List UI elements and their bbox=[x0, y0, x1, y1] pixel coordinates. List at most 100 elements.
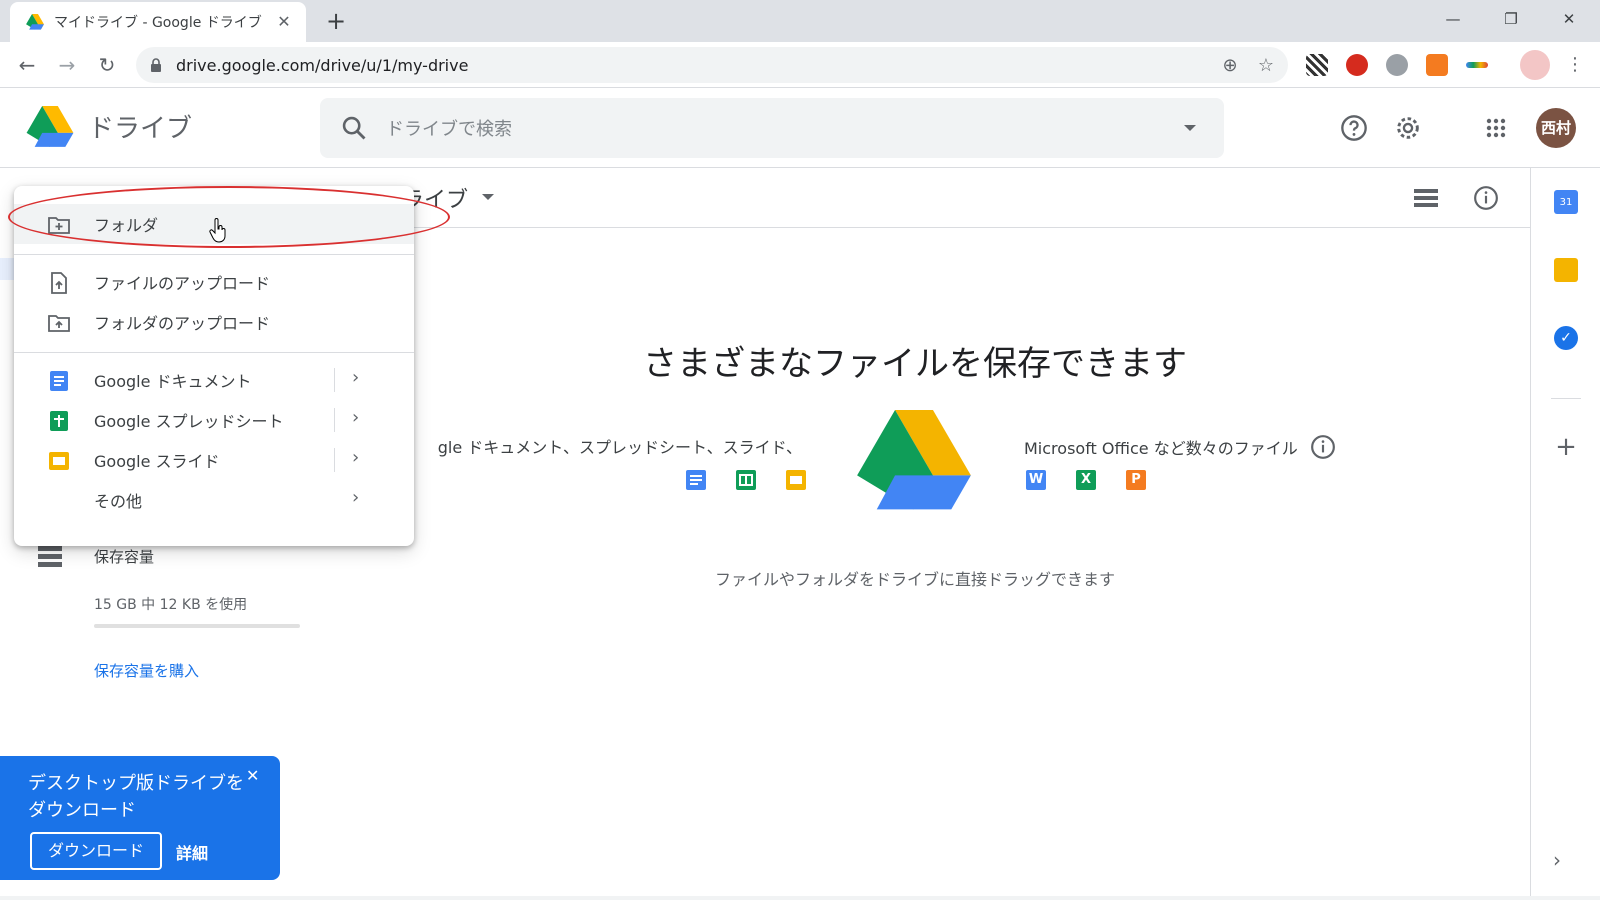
folder-upload-icon bbox=[48, 315, 70, 332]
slides-icon bbox=[49, 452, 69, 470]
expand-panel-icon[interactable]: › bbox=[1553, 848, 1561, 872]
menu-item-label: フォルダのアップロード bbox=[94, 314, 271, 333]
submenu-separator bbox=[334, 368, 335, 392]
keep-icon[interactable] bbox=[1554, 258, 1578, 282]
bookmark-star-icon[interactable]: ☆ bbox=[1252, 51, 1280, 79]
storage-usage: 15 GB 中 12 KB を使用 bbox=[94, 597, 248, 613]
browser-toolbar: ← → ↻ drive.google.com/drive/u/1/my-driv… bbox=[0, 42, 1600, 88]
chart-extension-icon[interactable] bbox=[1426, 54, 1448, 76]
location-bar: ライブ bbox=[300, 168, 1530, 228]
reload-icon[interactable]: ↻ bbox=[92, 50, 122, 80]
restore-button[interactable]: ❐ bbox=[1488, 4, 1534, 34]
minimize-button[interactable]: — bbox=[1430, 4, 1476, 34]
apps-grid-icon[interactable] bbox=[1476, 108, 1516, 148]
browser-tab[interactable]: マイドライブ - Google ドライブ ✕ bbox=[10, 2, 306, 42]
promo-details-link[interactable]: 詳細 bbox=[176, 840, 208, 864]
google-formats-text: gle ドキュメント、スプレッドシート、スライド、 bbox=[412, 434, 802, 458]
chevron-right-icon[interactable]: › bbox=[352, 447, 359, 468]
menu-divider bbox=[14, 352, 414, 353]
hand-cursor-icon bbox=[209, 218, 226, 243]
menu-divider bbox=[14, 254, 414, 255]
menu-item-label: Google スプレッドシート bbox=[94, 412, 284, 431]
storage-icon bbox=[38, 546, 62, 567]
back-icon[interactable]: ← bbox=[12, 50, 42, 80]
submenu-separator bbox=[334, 408, 335, 432]
profile-icon[interactable] bbox=[1520, 50, 1550, 80]
list-view-icon[interactable] bbox=[1410, 182, 1442, 214]
drive-header: ドライブ ドライブで検索 西村 bbox=[0, 88, 1600, 168]
url-text: drive.google.com/drive/u/1/my-drive bbox=[176, 55, 469, 75]
help-icon[interactable] bbox=[1334, 108, 1374, 148]
drive-logo-icon[interactable] bbox=[26, 106, 74, 148]
skype-extension-icon[interactable] bbox=[1386, 54, 1408, 76]
side-panel: 31 ✓ + › bbox=[1530, 168, 1600, 900]
sheets-small-icon bbox=[736, 470, 756, 490]
file-upload-icon bbox=[51, 272, 67, 294]
breadcrumb-caret-icon[interactable] bbox=[482, 194, 494, 200]
search-box[interactable]: ドライブで検索 bbox=[320, 98, 1224, 158]
rainbow-extension-icon[interactable] bbox=[1466, 62, 1488, 68]
menu-item-more[interactable]: その他 › bbox=[14, 480, 414, 520]
chevron-right-icon[interactable]: › bbox=[352, 367, 359, 388]
menu-item-label: その他 bbox=[94, 492, 143, 511]
account-avatar[interactable]: 西村 bbox=[1536, 108, 1576, 148]
install-icon[interactable]: ⊕ bbox=[1216, 51, 1244, 79]
info-icon[interactable] bbox=[1470, 182, 1502, 214]
slides-small-icon bbox=[786, 470, 806, 490]
sheets-icon bbox=[50, 411, 68, 431]
menu-item-file-upload[interactable]: ファイルのアップロード bbox=[14, 262, 414, 302]
settings-gear-icon[interactable] bbox=[1388, 108, 1428, 148]
chrome-menu-icon[interactable]: ⋮ bbox=[1560, 50, 1590, 80]
desktop-app-promo: デスクトップ版ドライブをダウンロード ✕ ダウンロード 詳細 bbox=[0, 756, 280, 880]
tab-close-icon[interactable]: ✕ bbox=[272, 10, 296, 34]
search-icon[interactable] bbox=[340, 114, 368, 142]
promo-close-icon[interactable]: ✕ bbox=[246, 766, 259, 785]
red-extension-icon[interactable] bbox=[1346, 54, 1368, 76]
sidebar-selected-indicator bbox=[0, 258, 14, 280]
storage-label[interactable]: 保存容量 bbox=[94, 546, 154, 567]
new-tab-button[interactable]: + bbox=[322, 8, 350, 36]
submenu-separator bbox=[334, 448, 335, 472]
docs-icon bbox=[50, 371, 68, 391]
docs-small-icon bbox=[686, 470, 706, 490]
new-folder-icon bbox=[48, 217, 70, 234]
drag-drop-hint: ファイルやフォルダをドライブに直接ドラッグできます bbox=[714, 570, 1115, 589]
menu-item-google-sheets[interactable]: Google スプレッドシート › bbox=[14, 400, 414, 440]
promo-text: デスクトップ版ドライブをダウンロード bbox=[28, 773, 244, 821]
buy-storage-link[interactable]: 保存容量を購入 bbox=[94, 660, 199, 681]
tab-title: マイドライブ - Google ドライブ bbox=[54, 15, 262, 31]
chevron-right-icon[interactable]: › bbox=[352, 407, 359, 428]
promo-download-button[interactable]: ダウンロード bbox=[30, 832, 162, 870]
office-formats-label: Microsoft Office など数々のファイル bbox=[1024, 439, 1298, 458]
lock-icon bbox=[151, 58, 161, 72]
chevron-right-icon[interactable]: › bbox=[352, 487, 359, 508]
side-panel-divider bbox=[1551, 398, 1581, 399]
menu-item-label: Google ドキュメント bbox=[94, 372, 252, 391]
taskbar-edge bbox=[0, 896, 1600, 900]
forward-icon[interactable]: → bbox=[52, 50, 82, 80]
menu-item-label: Google スライド bbox=[94, 452, 220, 471]
search-input[interactable]: ドライブで検索 bbox=[386, 115, 1178, 141]
qr-extension-icon[interactable] bbox=[1306, 54, 1328, 76]
google-formats-label: gle ドキュメント、スプレッドシート、スライド、 bbox=[437, 438, 802, 457]
menu-item-label: フォルダ bbox=[94, 216, 159, 235]
screen: マイドライブ - Google ドライブ ✕ + — ❐ ✕ ← → ↻ dri… bbox=[0, 0, 1600, 900]
formats-info-icon[interactable] bbox=[1310, 434, 1336, 460]
drive-favicon-icon bbox=[26, 14, 44, 30]
excel-icon: X bbox=[1076, 470, 1096, 490]
search-options-icon[interactable] bbox=[1178, 116, 1202, 140]
word-icon: W bbox=[1026, 470, 1046, 490]
menu-item-label: ファイルのアップロード bbox=[94, 274, 271, 293]
storage-bar bbox=[94, 624, 300, 628]
add-addon-icon[interactable]: + bbox=[1553, 432, 1579, 462]
office-formats-text: Microsoft Office など数々のファイル bbox=[1024, 434, 1336, 460]
address-bar[interactable]: drive.google.com/drive/u/1/my-drive ⊕ ☆ bbox=[136, 47, 1288, 83]
menu-item-folder-upload[interactable]: フォルダのアップロード bbox=[14, 302, 414, 342]
brand-name[interactable]: ドライブ bbox=[88, 108, 192, 145]
menu-item-google-slides[interactable]: Google スライド › bbox=[14, 440, 414, 480]
menu-item-google-docs[interactable]: Google ドキュメント › bbox=[14, 360, 414, 400]
drive-illustration-icon bbox=[857, 410, 971, 510]
calendar-icon[interactable]: 31 bbox=[1554, 190, 1578, 214]
close-window-button[interactable]: ✕ bbox=[1546, 4, 1592, 34]
browser-tab-strip: マイドライブ - Google ドライブ ✕ + — ❐ ✕ bbox=[0, 0, 1600, 42]
